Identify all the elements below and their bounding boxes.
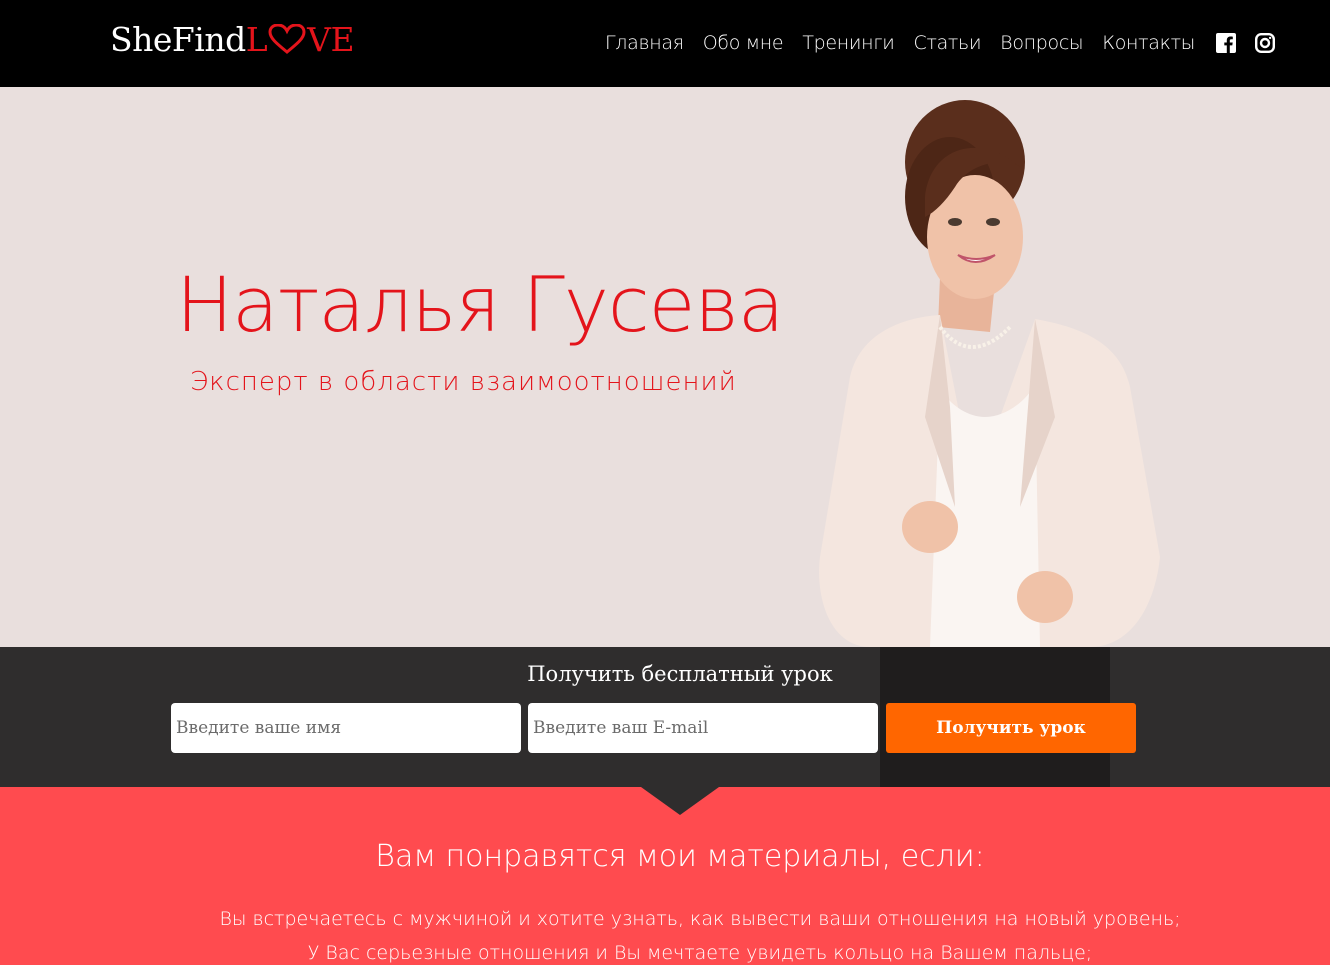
- logo-text-l: L: [245, 20, 268, 59]
- nav-trainings[interactable]: Тренинги: [802, 32, 894, 54]
- section-arrow-divider: [641, 787, 719, 815]
- email-input[interactable]: [528, 703, 878, 753]
- benefit-item: У Вас серьезные отношения и Вы мечтаете …: [307, 942, 1093, 964]
- nav-articles[interactable]: Статьи: [913, 32, 981, 54]
- logo-text-she-find: SheFind: [110, 20, 246, 59]
- nav-about[interactable]: Обо мне: [703, 32, 784, 54]
- get-lesson-button[interactable]: Получить урок: [886, 703, 1136, 753]
- hero-subtitle: Эксперт в области взаимоотношений: [190, 367, 737, 397]
- hero-name: Наталья Гусева: [176, 260, 784, 349]
- hero-section: Наталья Гусева Эксперт в области взаимоо…: [0, 87, 1330, 647]
- benefits-section: Вам понравятся мои материалы, если: Вы в…: [0, 787, 1330, 965]
- main-nav: Главная Обо мне Тренинги Статьи Вопросы …: [605, 28, 1292, 58]
- facebook-icon[interactable]: [1215, 32, 1237, 54]
- site-header: SheFindL VE Главная Обо мне Тренинги Стат…: [0, 0, 1330, 87]
- lead-form-title: Получить бесплатный урок: [527, 662, 833, 686]
- instagram-icon[interactable]: [1254, 32, 1276, 54]
- heart-icon: [268, 21, 306, 65]
- lead-form-section: Получить бесплатный урок Получить урок: [0, 647, 1330, 787]
- benefits-title: Вам понравятся мои материалы, если:: [375, 839, 985, 874]
- benefits-list: Вы встречаетесь с мужчиной и хотите узна…: [0, 902, 1330, 965]
- nav-questions[interactable]: Вопросы: [1000, 32, 1083, 54]
- portrait-image: [819, 100, 1160, 647]
- name-input[interactable]: [171, 703, 521, 753]
- site-logo[interactable]: SheFindL VE: [110, 18, 355, 65]
- nav-contacts[interactable]: Контакты: [1102, 32, 1195, 54]
- benefit-item: Вы встречаетесь с мужчиной и хотите узна…: [219, 908, 1181, 930]
- logo-text-ve: VE: [307, 20, 355, 59]
- nav-home[interactable]: Главная: [605, 32, 684, 54]
